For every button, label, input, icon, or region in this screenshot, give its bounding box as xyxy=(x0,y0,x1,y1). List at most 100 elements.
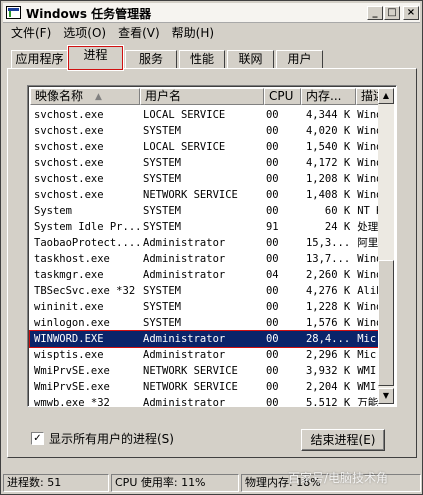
process-name-cell: taskhost.exe xyxy=(34,253,110,265)
process-row[interactable]: svchost.exe LOCAL SERVICE 00 1,540 K Wind xyxy=(30,139,379,155)
column-cpu[interactable]: CPU xyxy=(264,88,301,105)
process-cpu-cell: 04 xyxy=(265,269,279,281)
process-memory-cell: 1,576 K xyxy=(305,317,351,329)
tab-networking[interactable]: 联网 xyxy=(227,50,274,69)
process-name-cell: System Idle Pr... xyxy=(34,221,140,233)
process-user-cell: Administrator xyxy=(143,237,226,249)
process-cpu-cell: 00 xyxy=(265,205,279,217)
process-user-cell: LOCAL SERVICE xyxy=(143,109,226,121)
process-cpu-cell: 00 xyxy=(265,253,279,265)
process-memory-cell: 2,296 K xyxy=(305,349,351,361)
process-cpu-cell: 00 xyxy=(265,397,279,407)
column-image-name[interactable]: 映像名称 ▲ xyxy=(30,88,140,105)
maximize-button[interactable]: □ xyxy=(384,6,400,20)
process-description-cell: Wind xyxy=(357,173,379,185)
process-name-cell: svchost.exe xyxy=(34,141,104,153)
process-user-cell: Administrator xyxy=(143,349,226,361)
process-name-cell: svchost.exe xyxy=(34,173,104,185)
process-list[interactable]: 映像名称 ▲ 用户名 CPU 内存... 描述 svchost.exe LOCAL… xyxy=(27,85,397,407)
process-user-cell: Administrator xyxy=(143,269,226,281)
process-description-cell: 处理 xyxy=(357,221,379,233)
process-memory-cell: 60 K xyxy=(324,205,351,217)
process-row[interactable]: WmiPrvSE.exe NETWORK SERVICE 00 3,932 K WMI xyxy=(30,363,379,379)
process-row[interactable]: taskhost.exe Administrator 00 13,7... Wind xyxy=(30,251,379,267)
process-row[interactable]: WINWORD.EXE Administrator 00 28,4... Micr xyxy=(29,330,380,348)
sort-ascending-icon: ▲ xyxy=(95,92,102,102)
status-process-count: 进程数: 51 xyxy=(3,474,109,492)
process-user-cell: NETWORK SERVICE xyxy=(143,189,238,201)
menu-view[interactable]: 查看(V) xyxy=(112,24,166,42)
end-process-button[interactable]: 结束进程(E) xyxy=(301,429,385,451)
process-memory-cell: 1,208 K xyxy=(305,173,351,185)
process-row[interactable]: TBSecSvc.exe *32 SYSTEM 00 4,276 K Alib xyxy=(30,283,379,299)
process-description-cell: WMI xyxy=(357,365,377,377)
column-image-name-label: 映像名称 xyxy=(35,89,84,103)
task-manager-icon xyxy=(6,6,21,19)
column-memory[interactable]: 内存... xyxy=(301,88,356,105)
process-row[interactable]: wmwb.exe *32 Administrator 00 5,512 K 万能 xyxy=(30,395,379,407)
menu-file[interactable]: 文件(F) xyxy=(5,24,57,42)
process-memory-cell: 3,932 K xyxy=(305,365,351,377)
process-rows: svchost.exeLOCAL SERVICE004,344 KWindsvc… xyxy=(29,107,380,407)
tab-services[interactable]: 服务 xyxy=(125,50,177,69)
process-name-cell: wisptis.exe xyxy=(34,349,104,361)
scroll-up-arrow-icon[interactable]: ▲ xyxy=(378,88,394,104)
tab-processes[interactable]: 进程 xyxy=(67,45,124,71)
scroll-down-arrow-icon[interactable]: ▼ xyxy=(378,388,394,404)
column-description[interactable]: 描述 xyxy=(356,88,379,105)
process-memory-cell: 4,344 K xyxy=(305,109,351,121)
process-user-cell: SYSTEM xyxy=(143,317,181,329)
menu-options[interactable]: 选项(O) xyxy=(57,24,112,42)
process-user-cell: SYSTEM xyxy=(143,173,181,185)
process-row[interactable]: svchost.exe SYSTEM 00 1,208 K Wind xyxy=(30,171,379,187)
process-user-cell: SYSTEM xyxy=(143,205,181,217)
show-all-users-checkbox[interactable]: ✓ xyxy=(31,431,44,445)
process-description-cell: WMI xyxy=(357,381,377,393)
process-name-cell: wininit.exe xyxy=(34,301,104,313)
list-header: 映像名称 ▲ 用户名 CPU 内存... 描述 xyxy=(30,88,379,105)
process-cpu-cell: 00 xyxy=(265,349,279,361)
show-all-users-option[interactable]: ✓ 显示所有用户的进程(S) xyxy=(31,430,174,446)
vertical-scrollbar[interactable]: ▲ ▼ xyxy=(378,88,394,404)
window-title: Windows 任务管理器 xyxy=(26,7,152,21)
process-memory-cell: 2,260 K xyxy=(305,269,351,281)
process-memory-cell: 24 K xyxy=(324,221,351,233)
close-button[interactable]: × xyxy=(403,6,419,20)
process-description-cell: Wind xyxy=(357,141,379,153)
process-memory-cell: 5,512 K xyxy=(305,397,351,407)
process-row[interactable]: winlogon.exe SYSTEM 00 1,576 K Wind xyxy=(30,315,379,331)
process-row[interactable]: wininit.exe SYSTEM 00 1,228 K Wind xyxy=(30,299,379,315)
minimize-button[interactable]: _ xyxy=(367,6,383,20)
process-row[interactable]: svchost.exe SYSTEM 00 4,172 K Wind xyxy=(30,155,379,171)
menu-help[interactable]: 帮助(H) xyxy=(166,24,220,42)
title-bar[interactable]: Windows 任务管理器 _ □ × xyxy=(3,3,420,23)
process-name-cell: taskmgr.exe xyxy=(34,269,104,281)
process-description-cell: Wind xyxy=(357,189,379,201)
process-row[interactable]: svchost.exe LOCAL SERVICE 00 4,344 K Wind xyxy=(30,107,379,123)
scroll-thumb[interactable] xyxy=(378,260,394,386)
process-row[interactable]: WmiPrvSE.exe NETWORK SERVICE 00 2,204 K WMI xyxy=(30,379,379,395)
process-description-cell: Alib xyxy=(357,285,379,297)
process-name-cell: TBSecSvc.exe *32 xyxy=(34,285,136,297)
process-memory-cell: 13,7... xyxy=(305,253,351,265)
process-row[interactable]: svchost.exe SYSTEM 00 4,020 K Wind xyxy=(30,123,379,139)
process-row[interactable]: taskmgr.exe Administrator 04 2,260 K Wind xyxy=(30,267,379,283)
menu-bar: 文件(F) 选项(O) 查看(V) 帮助(H) xyxy=(5,24,220,42)
tab-performance[interactable]: 性能 xyxy=(179,50,225,69)
process-row[interactable]: TaobaoProtect.... Administrator 00 15,3... 阿… xyxy=(30,235,379,251)
tab-applications[interactable]: 应用程序 xyxy=(11,50,68,69)
process-user-cell: SYSTEM xyxy=(143,301,181,313)
process-row[interactable]: System Idle Pr... SYSTEM 91 24 K 处理 xyxy=(30,219,379,235)
process-description-cell: Wind xyxy=(357,109,379,121)
process-cpu-cell: 00 xyxy=(265,141,279,153)
process-row[interactable]: System SYSTEM 00 60 K NT K xyxy=(30,203,379,219)
process-description-cell: Wind xyxy=(357,301,379,313)
column-user-name[interactable]: 用户名 xyxy=(140,88,264,105)
process-row[interactable]: wisptis.exe Administrator 00 2,296 K Micr xyxy=(30,347,379,363)
process-cpu-cell: 00 xyxy=(265,365,279,377)
process-row[interactable]: svchost.exe NETWORK SERVICE 00 1,408 K Wind xyxy=(30,187,379,203)
process-cpu-cell: 00 xyxy=(265,125,279,137)
tab-users[interactable]: 用户 xyxy=(276,50,323,69)
process-user-cell: SYSTEM xyxy=(143,285,181,297)
process-user-cell: SYSTEM xyxy=(143,221,181,233)
